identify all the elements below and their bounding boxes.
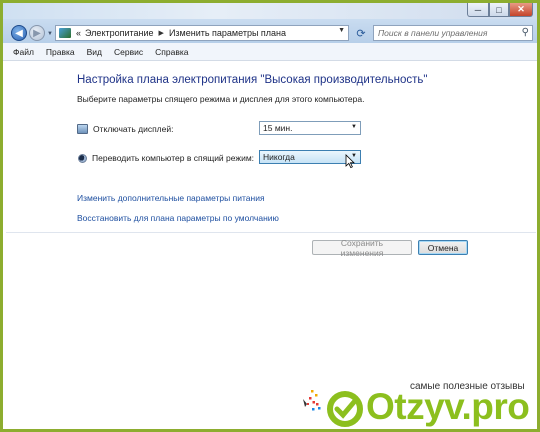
maximize-icon: □ — [496, 4, 502, 15]
maximize-button[interactable]: □ — [489, 3, 509, 17]
display-off-label: Отключать дисплей: — [93, 124, 174, 134]
page-subtitle: Выберите параметры спящего режима и дисп… — [77, 94, 365, 104]
window-frame: ─ □ ✕ ◀ ▶ ▼ « Электропитание ▶ Изменить … — [0, 0, 540, 432]
back-button[interactable]: ◀ — [11, 25, 27, 41]
menu-tools[interactable]: Сервис — [108, 47, 149, 57]
page-title: Настройка плана электропитания "Высокая … — [77, 74, 428, 86]
search-input[interactable] — [374, 27, 518, 39]
divider — [6, 232, 536, 233]
moon-icon — [78, 153, 87, 163]
monitor-icon — [77, 124, 88, 134]
search-box[interactable]: ⚲ — [373, 25, 533, 41]
chevron-down-icon: ▼ — [351, 124, 357, 130]
address-bar[interactable]: « Электропитание ▶ Изменить параметры пл… — [55, 25, 349, 41]
menu-help[interactable]: Справка — [149, 47, 194, 57]
restore-defaults-link[interactable]: Восстановить для плана параметры по умол… — [77, 213, 279, 223]
breadcrumb-power-options[interactable]: Электропитание — [85, 28, 154, 38]
minimize-icon: ─ — [474, 4, 482, 15]
breadcrumb-edit-plan[interactable]: Изменить параметры плана — [169, 28, 286, 38]
search-icon[interactable]: ⚲ — [522, 27, 529, 38]
control-panel-icon — [59, 28, 71, 38]
sleep-setting-row: Переводить компьютер в спящий режим: — [77, 153, 254, 163]
refresh-icon[interactable]: ⟳ — [353, 25, 369, 41]
menu-view[interactable]: Вид — [81, 47, 108, 57]
cancel-button[interactable]: Отмена — [418, 240, 468, 255]
menu-edit[interactable]: Правка — [40, 47, 81, 57]
save-changes-button[interactable]: Сохранить изменения — [312, 238, 412, 258]
title-bar: ─ □ ✕ ◀ ▶ ▼ « Электропитание ▶ Изменить … — [3, 3, 537, 43]
display-setting-row: Отключать дисплей: — [77, 124, 173, 134]
mouse-cursor-icon — [345, 154, 355, 169]
close-icon: ✕ — [517, 4, 525, 14]
back-arrow-icon: ◀ — [15, 27, 23, 39]
menu-file[interactable]: Файл — [3, 47, 40, 57]
minimize-button[interactable]: ─ — [467, 3, 489, 17]
sleep-label: Переводить компьютер в спящий режим: — [92, 153, 255, 163]
breadcrumb-arrow-icon[interactable]: ▶ — [159, 29, 164, 37]
advanced-power-settings-link[interactable]: Изменить дополнительные параметры питани… — [77, 193, 265, 203]
display-off-select[interactable]: 15 мин. ▼ — [259, 121, 361, 135]
address-dropdown-icon[interactable]: ▼ — [338, 27, 345, 34]
title-bar-glare — [3, 3, 537, 19]
menu-bar: Файл Правка Вид Сервис Справка — [3, 43, 537, 61]
display-off-value: 15 мин. — [263, 123, 293, 133]
breadcrumb-overflow-icon[interactable]: « — [76, 28, 81, 38]
sleep-value: Никогда — [263, 152, 295, 162]
watermark-brand: Otzyv.pro — [366, 386, 530, 427]
otzyv-check-icon — [327, 391, 363, 427]
recent-pages-dropdown-icon[interactable]: ▼ — [47, 31, 53, 37]
forward-arrow-icon: ▶ — [33, 27, 41, 39]
forward-button[interactable]: ▶ — [29, 25, 45, 41]
close-button[interactable]: ✕ — [509, 3, 533, 17]
